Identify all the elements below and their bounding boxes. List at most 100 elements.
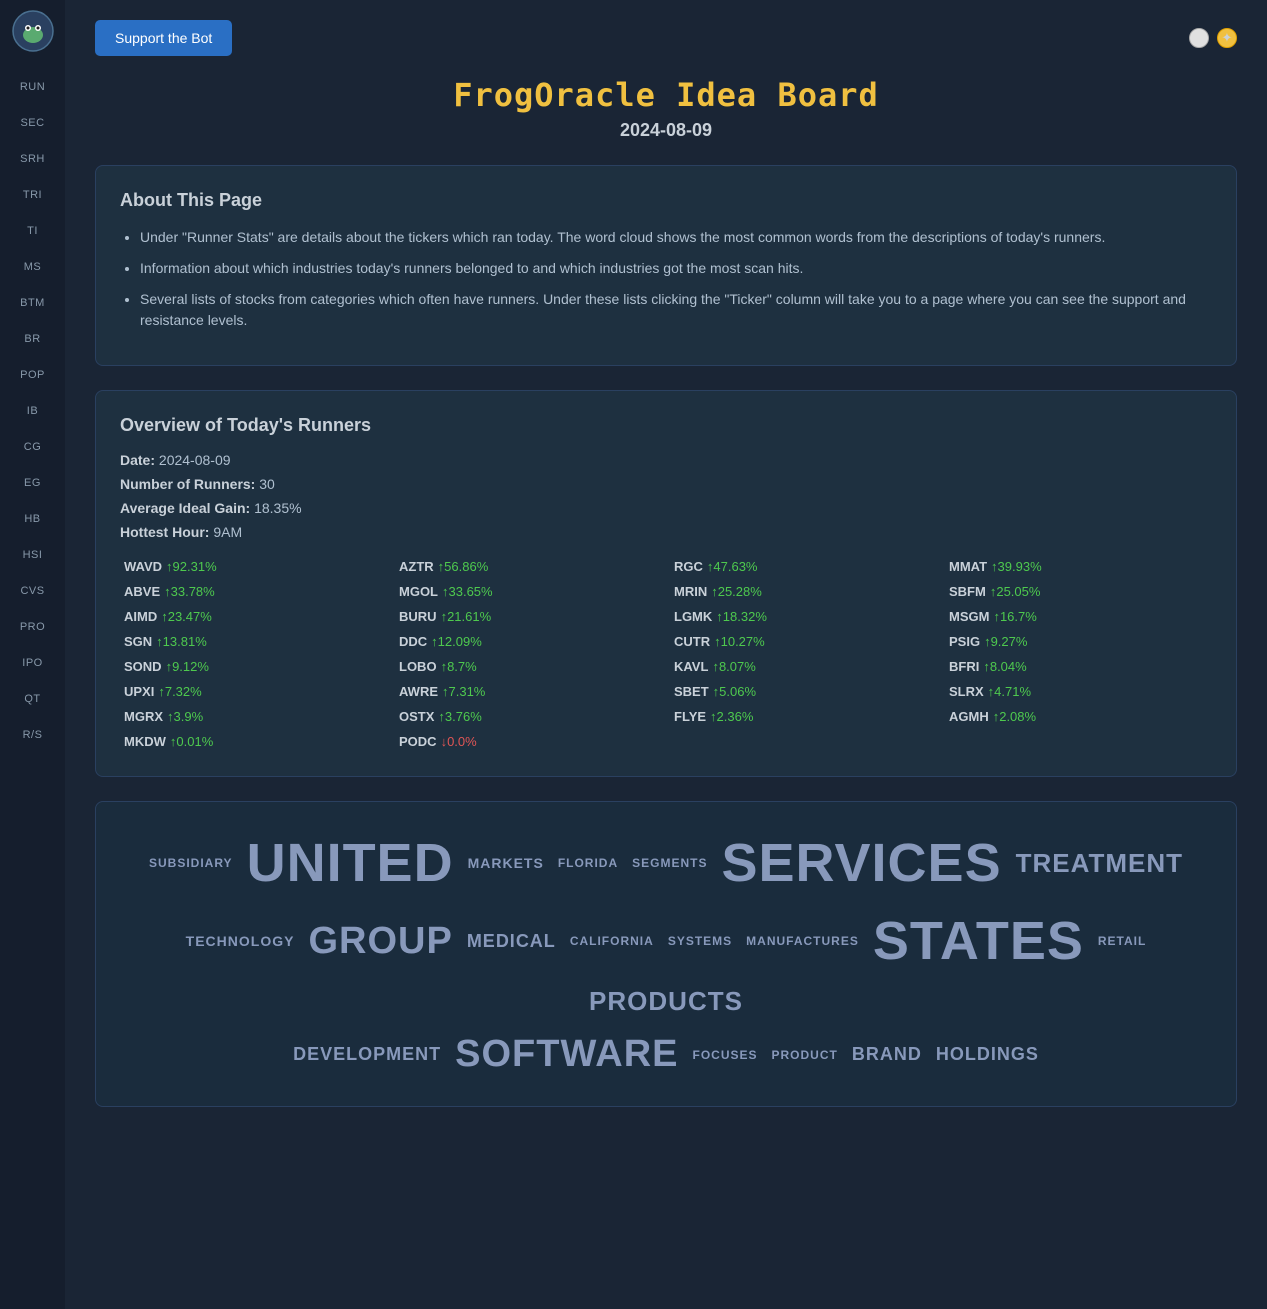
word-cloud-word: MEDICAL <box>467 931 556 952</box>
runner-ticker: OSTX <box>399 709 434 724</box>
sidebar-item-eg[interactable]: EG <box>20 465 45 501</box>
sidebar-item-hsi[interactable]: HSI <box>20 537 45 573</box>
runner-item: BFRI ↑8.04% <box>945 656 1212 677</box>
word-cloud-row: SUBSIDIARYUNITEDMARKETSFLORIDASEGMENTSSE… <box>149 832 1183 894</box>
theme-toggles: ✦ <box>1189 28 1237 48</box>
runner-gain: ↑4.71% <box>988 684 1031 699</box>
runner-ticker: PODC <box>399 734 437 749</box>
sidebar-item-srh[interactable]: SRH <box>20 141 45 177</box>
runner-gain: ↑18.32% <box>716 609 767 624</box>
runner-gain: ↑56.86% <box>438 559 489 574</box>
date-row: Date: 2024-08-09 <box>120 452 1212 468</box>
runner-item: LGMK ↑18.32% <box>670 606 937 627</box>
support-button[interactable]: Support the Bot <box>95 20 232 56</box>
light-theme-toggle[interactable] <box>1189 28 1209 48</box>
sidebar-item-ti[interactable]: TI <box>20 213 45 249</box>
about-list-item: Under "Runner Stats" are details about t… <box>140 227 1212 248</box>
runner-ticker: BFRI <box>949 659 979 674</box>
runner-item: SGN ↑13.81% <box>120 631 387 652</box>
runner-gain: ↑8.7% <box>441 659 477 674</box>
sidebar-item-sec[interactable]: SEC <box>20 105 45 141</box>
word-cloud-word: PRODUCT <box>772 1048 838 1062</box>
runners-row: Number of Runners: 30 <box>120 476 1212 492</box>
runner-ticker: MSGM <box>949 609 989 624</box>
runner-item: MSGM↑16.7% <box>945 606 1212 627</box>
runner-ticker: RGC <box>674 559 703 574</box>
runners-value: 30 <box>259 476 275 492</box>
runner-gain: ↑12.09% <box>431 634 482 649</box>
sidebar-item-pop[interactable]: POP <box>20 357 45 393</box>
runner-item: RGC↑47.63% <box>670 556 937 577</box>
word-cloud-word: SYSTEMS <box>668 934 732 948</box>
sidebar-item-pro[interactable]: PRO <box>20 609 45 645</box>
about-list-item: Several lists of stocks from categories … <box>140 289 1212 331</box>
runner-gain: ↑13.81% <box>156 634 207 649</box>
runner-ticker: ABVE <box>124 584 160 599</box>
runner-gain: ↑3.76% <box>438 709 481 724</box>
sidebar-item-btm[interactable]: BTM <box>20 285 45 321</box>
runner-item: DDC ↑12.09% <box>395 631 662 652</box>
runner-gain: ↑7.31% <box>442 684 485 699</box>
runner-ticker: DDC <box>399 634 427 649</box>
runner-item: MKDW↑0.01% <box>120 731 387 752</box>
word-cloud-row: DEVELOPMENTSOFTWAREFOCUSESPRODUCTBRANDHO… <box>293 1033 1039 1076</box>
runner-gain: ↑0.01% <box>170 734 213 749</box>
sidebar-item-cg[interactable]: CG <box>20 429 45 465</box>
runner-ticker: SBFM <box>949 584 986 599</box>
word-cloud-word: FLORIDA <box>558 856 618 870</box>
runner-item: MMAT↑39.93% <box>945 556 1212 577</box>
runner-gain: ↑8.04% <box>983 659 1026 674</box>
top-bar: Support the Bot ✦ <box>95 20 1237 56</box>
runner-gain: ↑9.12% <box>166 659 209 674</box>
runner-ticker: SBET <box>674 684 709 699</box>
runner-ticker: LGMK <box>674 609 712 624</box>
runner-ticker: SLRX <box>949 684 984 699</box>
overview-meta: Date: 2024-08-09 Number of Runners: 30 A… <box>120 452 1212 540</box>
sidebar-item-ib[interactable]: IB <box>20 393 45 429</box>
date-label: Date: <box>120 452 155 468</box>
runner-item: WAVD↑92.31% <box>120 556 387 577</box>
word-cloud-word: SERVICES <box>721 832 1001 894</box>
runner-ticker: SOND <box>124 659 162 674</box>
sidebar-item-ipo[interactable]: IPO <box>20 645 45 681</box>
runner-gain: ↑10.27% <box>714 634 765 649</box>
word-cloud-word: MARKETS <box>468 855 544 871</box>
runner-ticker: PSIG <box>949 634 980 649</box>
runner-ticker: WAVD <box>124 559 162 574</box>
runner-item: SLRX ↑4.71% <box>945 681 1212 702</box>
runner-ticker: AGMH <box>949 709 989 724</box>
runner-gain: ↑21.61% <box>441 609 492 624</box>
sidebar-item-run[interactable]: RUN <box>20 69 45 105</box>
sidebar-item-cvs[interactable]: CVS <box>20 573 45 609</box>
sidebar-item-tri[interactable]: TRI <box>20 177 45 213</box>
sidebar-item-ms[interactable]: MS <box>20 249 45 285</box>
runner-item: PODC ↓0.0% <box>395 731 662 752</box>
hour-row: Hottest Hour: 9AM <box>120 524 1212 540</box>
word-cloud-word: DEVELOPMENT <box>293 1044 441 1065</box>
runner-ticker: LOBO <box>399 659 437 674</box>
word-cloud-word: UNITED <box>247 832 454 894</box>
word-cloud-word: SOFTWARE <box>455 1033 678 1076</box>
word-cloud-row: TECHNOLOGYGROUPMEDICALCALIFORNIASYSTEMSM… <box>116 910 1216 1017</box>
runner-gain: ↓0.0% <box>441 734 477 749</box>
overview-title: Overview of Today's Runners <box>120 415 1212 436</box>
runner-item: BURU↑21.61% <box>395 606 662 627</box>
runner-ticker: SGN <box>124 634 152 649</box>
runner-item: MGRX↑3.9% <box>120 706 387 727</box>
sidebar-item-qt[interactable]: QT <box>20 681 45 717</box>
sidebar-item-r/s[interactable]: R/S <box>20 717 45 753</box>
dark-theme-toggle[interactable]: ✦ <box>1217 28 1237 48</box>
runner-ticker: MRIN <box>674 584 707 599</box>
word-cloud: SUBSIDIARYUNITEDMARKETSFLORIDASEGMENTSSE… <box>95 801 1237 1107</box>
sidebar-item-hb[interactable]: HB <box>20 501 45 537</box>
runner-item: MRIN↑25.28% <box>670 581 937 602</box>
runner-item: AZTR↑56.86% <box>395 556 662 577</box>
runner-item: PSIG ↑9.27% <box>945 631 1212 652</box>
runner-gain: ↑3.9% <box>167 709 203 724</box>
about-list: Under "Runner Stats" are details about t… <box>120 227 1212 331</box>
runner-gain: ↑9.27% <box>984 634 1027 649</box>
page-title: FrogOracle Idea Board <box>95 76 1237 114</box>
main-content: Support the Bot ✦ FrogOracle Idea Board … <box>65 0 1267 1309</box>
runner-item: AGMH↑2.08% <box>945 706 1212 727</box>
sidebar-item-br[interactable]: BR <box>20 321 45 357</box>
